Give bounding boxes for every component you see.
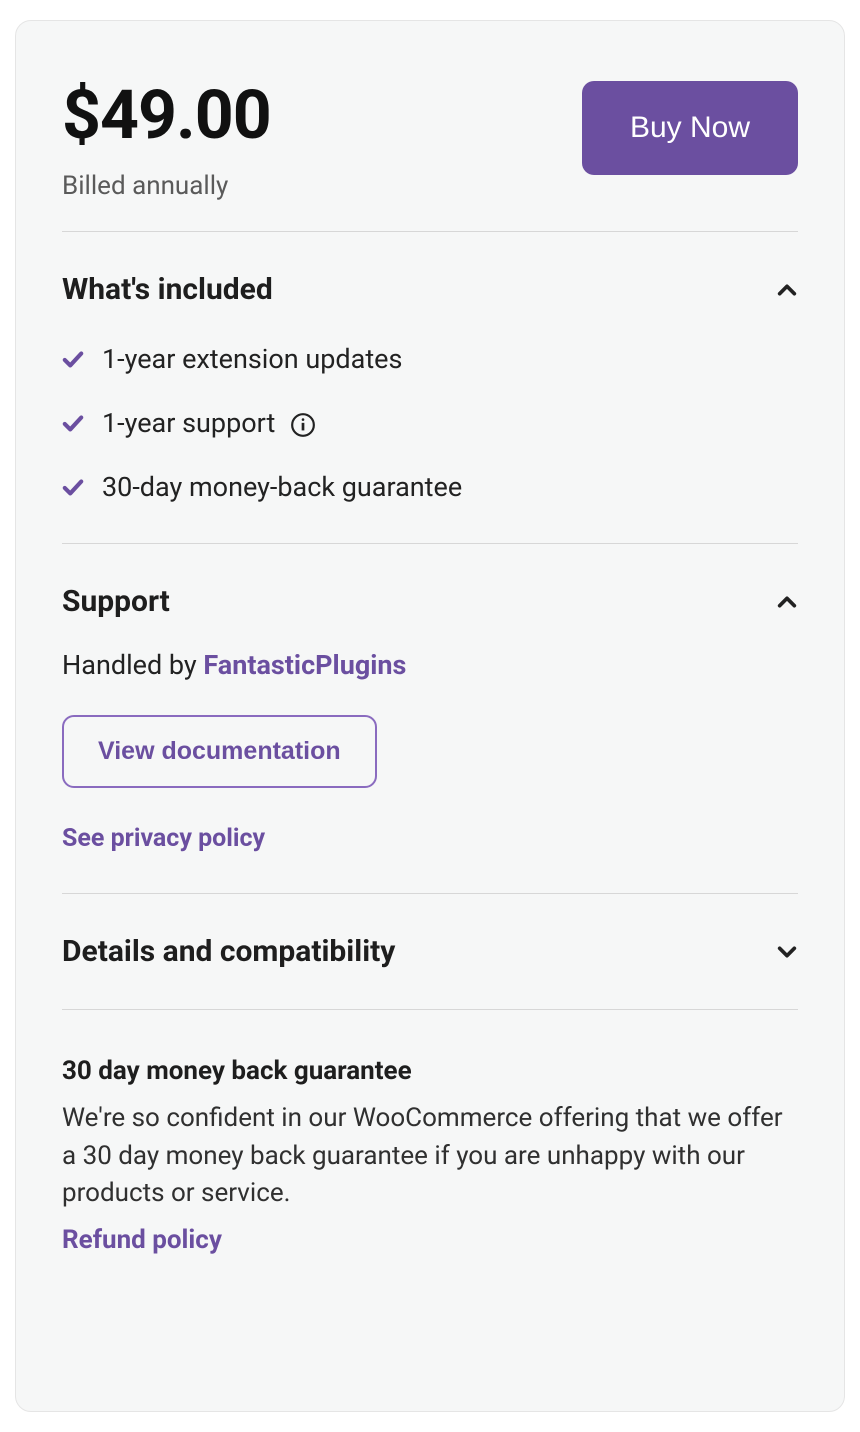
- support-handled-by: Handled by FantasticPlugins: [62, 649, 798, 681]
- whats-included-heading: What's included: [62, 272, 273, 307]
- list-item-label: 1-year extension updates: [102, 343, 402, 375]
- list-item: 1-year extension updates: [62, 343, 798, 375]
- whats-included-toggle[interactable]: What's included: [62, 272, 798, 307]
- view-documentation-button[interactable]: View documentation: [62, 715, 377, 788]
- check-icon: [62, 412, 84, 434]
- support-heading: Support: [62, 584, 170, 619]
- price-amount: $49.00: [62, 81, 271, 149]
- list-item-text: 1-year support: [102, 407, 275, 439]
- support-section: Support Handled by FantasticPlugins View…: [62, 544, 798, 893]
- price-block: $49.00 Billed annually: [62, 81, 271, 201]
- billing-note: Billed annually: [62, 171, 271, 201]
- buy-now-button[interactable]: Buy Now: [582, 81, 798, 175]
- chevron-up-icon: [776, 591, 798, 613]
- pricing-card: $49.00 Billed annually Buy Now What's in…: [15, 20, 845, 1412]
- list-item: 30-day money-back guarantee: [62, 471, 798, 503]
- privacy-policy-link[interactable]: See privacy policy: [62, 824, 798, 853]
- details-heading: Details and compatibility: [62, 934, 395, 969]
- guarantee-block: 30 day money back guarantee We're so con…: [62, 1010, 798, 1255]
- included-list: 1-year extension updates 1-year support …: [62, 343, 798, 503]
- details-toggle[interactable]: Details and compatibility: [62, 934, 798, 969]
- chevron-down-icon: [776, 941, 798, 963]
- guarantee-body: We're so confident in our WooCommerce of…: [62, 1100, 798, 1213]
- list-item-label: 30-day money-back guarantee: [102, 471, 462, 503]
- whats-included-section: What's included 1-year extension updates…: [62, 232, 798, 543]
- check-icon: [62, 348, 84, 370]
- details-section: Details and compatibility: [62, 894, 798, 1009]
- list-item: 1-year support: [62, 407, 798, 439]
- info-icon[interactable]: [290, 412, 316, 438]
- support-toggle[interactable]: Support: [62, 584, 798, 619]
- guarantee-title: 30 day money back guarantee: [62, 1056, 798, 1086]
- price-row: $49.00 Billed annually Buy Now: [62, 81, 798, 231]
- refund-policy-link[interactable]: Refund policy: [62, 1225, 222, 1255]
- handled-by-prefix: Handled by: [62, 649, 203, 681]
- check-icon: [62, 476, 84, 498]
- list-item-label: 1-year support: [102, 407, 316, 439]
- chevron-up-icon: [776, 279, 798, 301]
- support-vendor-link[interactable]: FantasticPlugins: [203, 649, 406, 681]
